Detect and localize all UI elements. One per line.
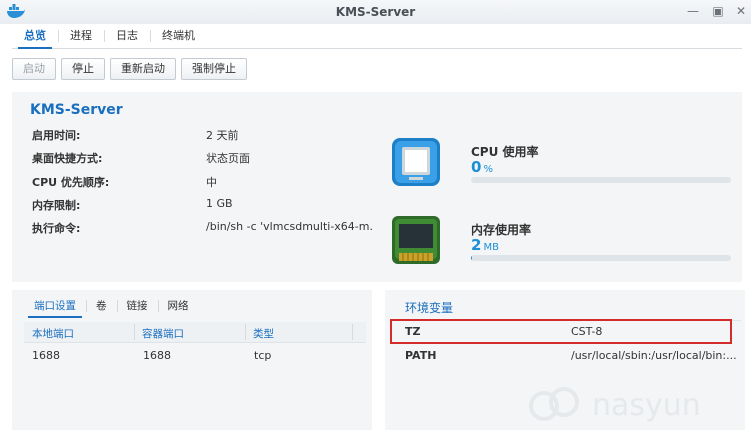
cpu-chip-icon — [392, 138, 440, 186]
close-button[interactable]: ✕ — [734, 4, 748, 18]
memory-usage-number: 2 — [471, 236, 482, 254]
watermark-text: nasyun — [592, 388, 701, 423]
column-local-port[interactable]: 本地端口 — [32, 326, 74, 341]
info-label: 启用时间: — [32, 129, 81, 142]
info-label: 桌面快捷方式: — [32, 152, 103, 165]
tab-overview[interactable]: 总览 — [12, 24, 58, 49]
tab-terminal[interactable]: 终端机 — [150, 24, 207, 48]
close-icon: ✕ — [735, 4, 747, 18]
column-container-port[interactable]: 容器端口 — [142, 326, 184, 341]
ports-table-header: 本地端口 容器端口 类型 — [24, 322, 366, 343]
container-name: KMS-Server — [30, 102, 123, 118]
port-settings-panel: 端口设置 卷 链接 网络 本地端口 容器端口 类型 1688 1688 tcp — [12, 290, 372, 430]
cpu-usage-number: 0 — [471, 158, 482, 176]
cpu-usage-value: 0% — [471, 158, 493, 176]
env-value: /usr/local/sbin:/usr/local/bin:... — [571, 349, 737, 362]
maximize-icon: ▣ — [712, 4, 724, 18]
overview-panel: KMS-Server 启用时间: 2 天前 桌面快捷方式: 状态页面 CPU 优… — [12, 92, 742, 282]
memory-module-icon — [392, 216, 440, 264]
detail-subtabs: 端口设置 卷 链接 网络 — [24, 294, 199, 318]
cpu-usage-bar — [471, 177, 731, 183]
subtab-port-settings[interactable]: 端口设置 — [24, 294, 86, 318]
force-stop-button[interactable]: 强制停止 — [181, 58, 247, 80]
memory-usage-bar — [471, 255, 731, 261]
highlight-box — [390, 319, 732, 344]
start-button[interactable]: 启动 — [12, 58, 56, 80]
restart-button[interactable]: 重新启动 — [110, 58, 176, 80]
minimize-button[interactable]: — — [686, 4, 700, 18]
cell-local-port: 1688 — [32, 349, 60, 362]
cell-type: tcp — [254, 349, 272, 362]
tab-log[interactable]: 日志 — [104, 24, 150, 48]
memory-usage-unit: MB — [483, 242, 499, 253]
env-title: 环境变量 — [405, 301, 454, 315]
memory-usage-value: 2 MB — [471, 236, 499, 254]
column-divider[interactable] — [245, 324, 246, 340]
main-tabs: 总览 进程 日志 终端机 — [12, 24, 742, 49]
cpu-usage-unit: % — [483, 164, 493, 175]
minimize-icon: — — [687, 4, 699, 18]
maximize-button[interactable]: ▣ — [711, 4, 725, 18]
info-value: /bin/sh -c 'vlmcsdmulti-x64-m... — [206, 220, 374, 233]
window-title: KMS-Server — [335, 5, 416, 19]
column-divider[interactable] — [134, 324, 135, 340]
env-key: PATH — [405, 349, 437, 362]
info-value: 中 — [206, 176, 217, 189]
nasyun-watermark: nasyun — [529, 387, 701, 423]
info-value: 状态页面 — [206, 152, 250, 165]
memory-usage-fill — [471, 255, 472, 261]
info-label: 执行命令: — [32, 222, 81, 235]
title-bar: KMS-Server — ▣ ✕ — [0, 0, 751, 24]
info-label: CPU 优先顺序: — [32, 176, 110, 189]
stop-button[interactable]: 停止 — [61, 58, 105, 80]
tab-process[interactable]: 进程 — [58, 24, 104, 48]
subtab-volume[interactable]: 卷 — [86, 294, 117, 318]
cell-container-port: 1688 — [143, 349, 171, 362]
info-value: 2 天前 — [206, 129, 239, 142]
cloud-logo-icon — [529, 387, 579, 421]
toolbar: 启动 停止 重新启动 强制停止 — [12, 58, 247, 80]
column-divider[interactable] — [352, 324, 353, 340]
subtab-network[interactable]: 网络 — [157, 294, 199, 318]
info-value: 1 GB — [206, 197, 233, 210]
info-label: 内存限制: — [32, 199, 81, 212]
column-type[interactable]: 类型 — [253, 326, 274, 341]
subtab-links[interactable]: 链接 — [116, 294, 158, 318]
